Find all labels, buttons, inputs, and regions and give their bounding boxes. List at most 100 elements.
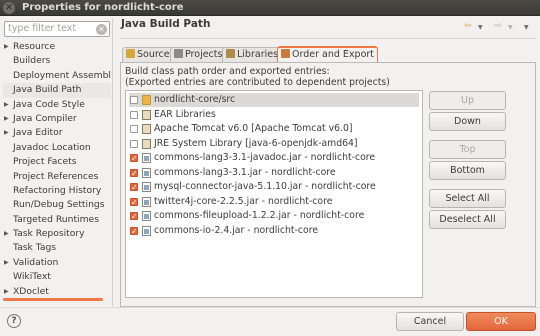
tree-item[interactable]: ▶ Resource [3, 40, 111, 54]
tree-item-label: Builders [13, 55, 51, 67]
expand-arrow-icon[interactable]: ▶ [4, 227, 9, 241]
forward-dropdown-icon[interactable]: ▼ [508, 24, 513, 31]
library-icon [142, 138, 151, 149]
sash-divider[interactable] [112, 18, 113, 306]
tab-source[interactable]: Source [122, 47, 174, 62]
classpath-entry[interactable]: EAR Libraries [129, 108, 419, 122]
property-page-tree: ▶ Resource Builders Deployment Assembly Java… [3, 40, 111, 302]
classpath-entry[interactable]: twitter4j-core-2.2.5.jar - nordlicht-cor… [129, 195, 419, 210]
bottom-button[interactable]: Bottom [429, 161, 506, 180]
classpath-order-list[interactable]: nordlicht-core/src EAR Libraries Apache To… [125, 90, 423, 298]
order-description: Build class path order and exported entr… [125, 66, 330, 77]
tab-label: Projects [185, 49, 223, 60]
source-folder-icon [142, 95, 151, 105]
tree-item[interactable]: ▶ Java Compiler [3, 112, 111, 126]
tree-item-label: WikiText [13, 271, 51, 283]
classpath-entry[interactable]: commons-fileupload-1.2.2.jar - nordlicht… [129, 209, 419, 224]
tree-item[interactable]: WikiText [3, 270, 111, 284]
export-checkbox[interactable] [130, 196, 138, 210]
jar-icon [142, 153, 151, 163]
tree-item-label: Project References [13, 170, 99, 182]
tree-item[interactable]: ▶ Java Editor [3, 126, 111, 140]
classpath-entry-label: JRE System Library [java-6-openjdk-amd64… [154, 137, 358, 149]
tree-item[interactable]: Javadoc Location [3, 141, 111, 155]
tab-order-and-export[interactable]: Order and Export [277, 46, 379, 63]
deselect-all-button[interactable]: Deselect All [429, 210, 506, 229]
button-bar-separator [0, 307, 540, 308]
tree-item[interactable]: Java Build Path [3, 83, 111, 98]
back-dropdown-icon[interactable]: ▼ [478, 24, 483, 31]
tree-item-label: Refactoring History [13, 184, 102, 196]
ok-button[interactable]: OK [466, 312, 536, 331]
expand-arrow-icon[interactable]: ▶ [4, 112, 9, 126]
help-icon[interactable]: ? [7, 314, 21, 328]
tree-item[interactable]: ▶ Task Repository [3, 227, 111, 241]
select-all-button[interactable]: Select All [429, 189, 506, 208]
classpath-entry[interactable]: mysql-connector-java-5.1.10.jar - nordli… [129, 180, 419, 195]
tree-item[interactable]: Task Tags [3, 241, 111, 255]
tree-item-label: Java Compiler [13, 112, 77, 124]
export-checkbox[interactable] [130, 152, 138, 166]
expand-arrow-icon[interactable]: ▶ [4, 98, 9, 112]
library-icon [142, 124, 151, 134]
up-button[interactable]: Up [429, 91, 506, 110]
top-button[interactable]: Top [429, 140, 506, 159]
tree-item[interactable]: Refactoring History [3, 184, 111, 198]
tree-scrollbar[interactable] [3, 298, 103, 301]
expand-arrow-icon[interactable]: ▶ [4, 40, 9, 54]
window-title: Properties for nordlicht-core [22, 2, 184, 13]
export-checkbox[interactable] [130, 139, 138, 148]
tree-item[interactable]: ▶ Java Code Style [3, 98, 111, 112]
tree-item[interactable]: ▶ Validation [3, 256, 111, 270]
expand-arrow-icon[interactable]: ▶ [4, 256, 9, 270]
cancel-button[interactable]: Cancel [396, 312, 464, 331]
tree-item[interactable]: Project References [3, 170, 111, 184]
filter-input[interactable]: type filter text ✕ [4, 21, 110, 37]
tree-item[interactable]: Targeted Runtimes [3, 213, 111, 227]
tree-item[interactable]: Builders [3, 54, 111, 68]
view-menu-icon[interactable]: ▼ [524, 24, 529, 31]
title-bar: ✕ Properties for nordlicht-core [0, 0, 540, 16]
classpath-entry[interactable]: Apache Tomcat v6.0 [Apache Tomcat v6.0] [129, 122, 419, 136]
tree-item-label: Validation [13, 256, 59, 268]
tab-projects[interactable]: Projects [170, 47, 227, 62]
clear-icon[interactable]: ✕ [96, 24, 107, 35]
title-separator [120, 38, 536, 39]
classpath-entry[interactable]: commons-lang3-3.1-javadoc.jar - nordlich… [129, 151, 419, 166]
jar-icon [142, 225, 151, 236]
back-arrow-icon[interactable]: ⇦ [464, 21, 472, 31]
expand-arrow-icon[interactable]: ▶ [4, 126, 9, 140]
classpath-entry[interactable]: commons-io-2.4.jar - nordlicht-core [129, 224, 419, 239]
tree-item[interactable]: Run/Debug Settings [3, 198, 111, 212]
export-checkbox[interactable] [130, 110, 138, 119]
export-checkbox[interactable] [130, 96, 138, 104]
tree-item-label: Task Repository [13, 228, 85, 240]
expand-arrow-icon[interactable]: ▶ [4, 285, 9, 299]
forward-arrow-icon[interactable]: ⇨ [494, 21, 502, 31]
order-description-note: (Exported entries are contributed to dep… [125, 77, 390, 88]
classpath-entry[interactable]: JRE System Library [java-6-openjdk-amd64… [129, 137, 419, 151]
tab-label: Source [137, 49, 170, 60]
export-checkbox[interactable] [130, 225, 138, 239]
jar-icon [142, 211, 151, 221]
tree-item[interactable]: ▶ XDoclet [3, 285, 111, 299]
page-title: Java Build Path [121, 18, 211, 30]
export-checkbox[interactable] [130, 167, 138, 181]
classpath-entry-label: EAR Libraries [154, 108, 216, 120]
down-button[interactable]: Down [429, 112, 506, 131]
tree-item-label: Run/Debug Settings [13, 199, 105, 211]
tree-item-label: Project Facets [13, 156, 77, 168]
export-checkbox[interactable] [130, 181, 138, 195]
export-checkbox[interactable] [130, 125, 138, 133]
classpath-entry-label: commons-fileupload-1.2.2.jar - nordlicht… [154, 210, 365, 221]
classpath-entry[interactable]: commons-lang3-3.1.jar - nordlicht-core [129, 166, 419, 181]
tree-item[interactable]: Project Facets [3, 155, 111, 169]
tree-item[interactable]: Deployment Assembly [3, 69, 111, 83]
classpath-entry[interactable]: nordlicht-core/src [129, 93, 419, 107]
classpath-entry-label: commons-lang3-3.1.jar - nordlicht-core [154, 166, 336, 178]
export-checkbox[interactable] [130, 210, 138, 224]
close-icon[interactable]: ✕ [3, 2, 15, 14]
tree-item-label: Javadoc Location [13, 141, 91, 153]
tab-libraries[interactable]: Libraries [222, 47, 283, 62]
tree-item-label: Targeted Runtimes [13, 213, 99, 225]
